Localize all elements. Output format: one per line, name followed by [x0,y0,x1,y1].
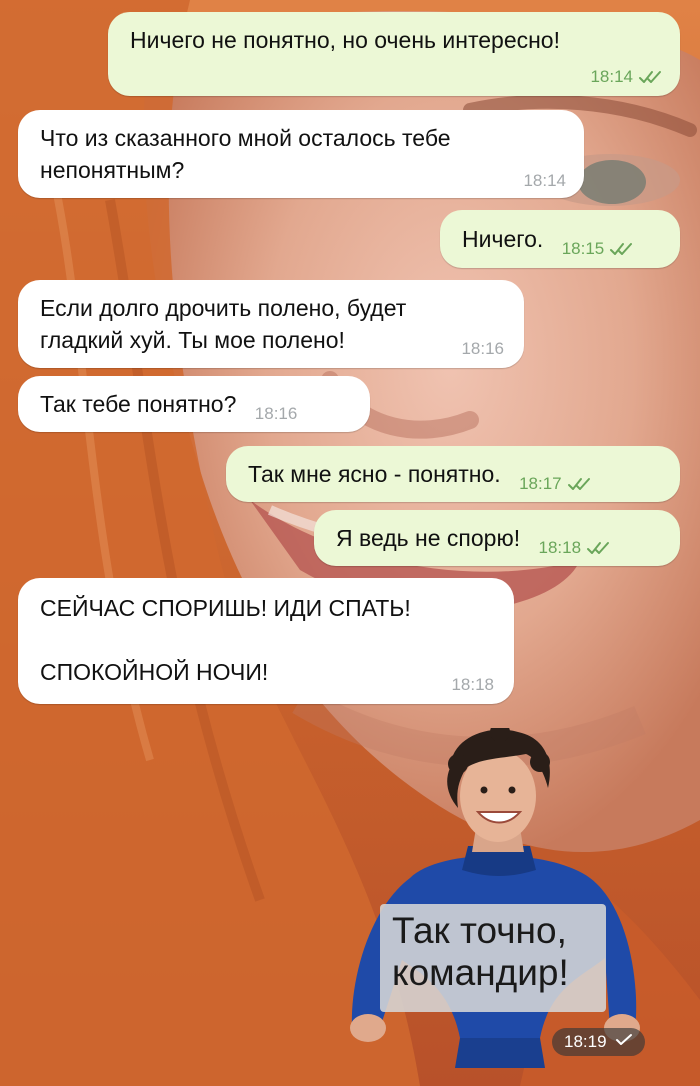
message-outgoing[interactable]: Так мне ясно - понятно. 18:17 [226,446,680,502]
message-text: Что из сказанного мной осталось тебе неп… [40,125,451,183]
message-text: Так мне ясно - понятно. [248,461,501,487]
message-outgoing[interactable]: Ничего не понятно, но очень интересно! 1… [108,12,680,96]
chat-message-list[interactable]: Ничего не понятно, но очень интересно! 1… [0,0,700,1086]
message-time: 18:18 [538,538,582,557]
sticker-caption: Так точно, командир! [380,904,606,1012]
message-incoming[interactable]: Так тебе понятно? 18:16 [18,376,370,432]
message-incoming[interactable]: Что из сказанного мной осталось тебе неп… [18,110,584,198]
message-meta: 18:16 [461,339,504,359]
message-time: 18:17 [519,474,562,493]
message-meta: 18:14 [590,67,664,87]
double-check-icon [609,242,635,256]
message-meta: 18:18 [451,675,494,695]
message-text: Я ведь не спорю! [336,525,521,551]
message-meta: 18:15 [562,239,636,259]
message-incoming[interactable]: СЕЙЧАС СПОРИШЬ! ИДИ СПАТЬ! СПОКОЙНОЙ НОЧ… [18,578,514,704]
message-time: 18:18 [451,675,494,694]
single-check-icon [615,1032,633,1052]
sticker-caption-line: Так точно, [392,910,567,951]
message-incoming[interactable]: Если долго дрочить полено, будет гладкий… [18,280,524,368]
message-time: 18:14 [590,67,633,86]
sticker-person-image [350,728,640,1068]
message-time: 18:14 [523,171,566,190]
double-check-icon [567,477,593,491]
message-meta: 18:16 [255,404,298,424]
double-check-icon [586,541,612,555]
message-time: 18:16 [461,339,504,358]
message-meta: 18:17 [519,474,593,494]
message-meta: 18:14 [523,171,566,191]
message-text: Ничего не понятно, но очень интересно! [130,27,560,53]
message-time: 18:19 [564,1032,607,1051]
message-text-line: СЕЙЧАС СПОРИШЬ! ИДИ СПАТЬ! [40,595,411,621]
message-time: 18:16 [254,404,298,423]
sticker-meta: 18:19 [552,1028,645,1056]
message-text-line: СПОКОЙНОЙ НОЧИ! [40,659,269,685]
message-time: 18:15 [561,239,605,258]
message-text: Если долго дрочить полено, будет гладкий… [40,295,407,353]
message-outgoing[interactable]: Ничего. 18:15 [440,210,680,268]
message-meta: 18:18 [539,538,613,558]
message-text: Ничего. [462,226,544,252]
message-outgoing[interactable]: Я ведь не спорю! 18:18 [314,510,680,566]
double-check-icon [638,70,664,84]
message-text: Так тебе понятно? [40,391,237,417]
sticker-caption-line: командир! [392,952,569,993]
sticker-message[interactable]: Так точно, командир! 18:19 [340,728,660,1068]
